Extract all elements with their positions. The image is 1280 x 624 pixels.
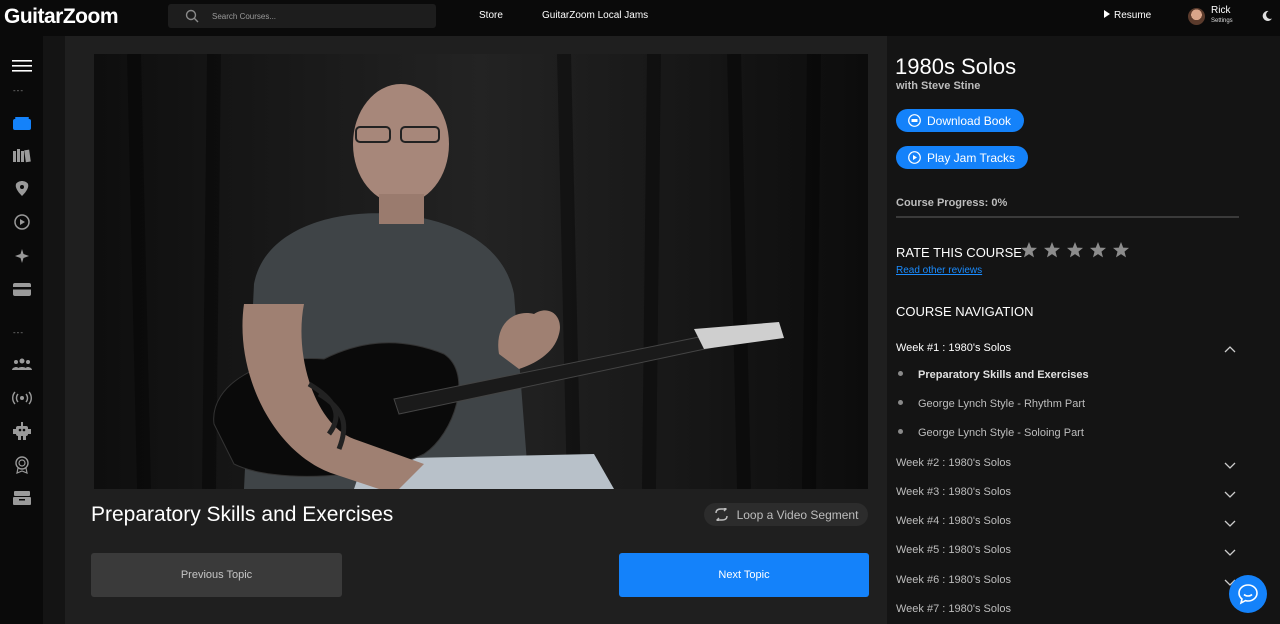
pick-icon[interactable] (11, 179, 33, 199)
pdf-icon (908, 114, 921, 127)
lesson-item[interactable]: George Lynch Style - Soloing Part (898, 427, 1084, 445)
archive-icon[interactable] (11, 488, 33, 508)
sidebar-separator: --- (13, 328, 24, 337)
play-jam-tracks-button[interactable]: Play Jam Tracks (896, 146, 1029, 169)
star-icon[interactable] (1066, 241, 1084, 259)
badge-icon[interactable] (11, 455, 33, 475)
courses-icon[interactable] (11, 114, 33, 134)
star-icon[interactable] (1043, 241, 1061, 259)
instructor-name: with Steve Stine (896, 80, 981, 92)
play-circle-icon (908, 151, 921, 164)
week-item[interactable]: Week #4 : 1980's Solos (896, 515, 1242, 535)
top-bar: GuitarZoom Store GuitarZoom Local Jams R… (0, 0, 1280, 36)
week-label: Week #3 : 1980's Solos (896, 486, 1012, 498)
download-book-button[interactable]: Download Book (896, 109, 1025, 132)
rating-stars[interactable] (1020, 241, 1130, 259)
loop-segment-button[interactable]: Loop a Video Segment (704, 503, 868, 526)
chevron-down-icon (1224, 520, 1236, 527)
sidebar: --- --- (0, 36, 43, 624)
course-progress-bar (896, 216, 1239, 218)
star-icon[interactable] (1089, 241, 1107, 259)
live-icon[interactable] (11, 388, 33, 408)
library-icon[interactable] (11, 146, 33, 166)
resume-label: Resume (1114, 10, 1152, 21)
week-item[interactable]: Week #7 : 1980's Solos (896, 603, 1242, 623)
week-label: Week #1 : 1980's Solos (896, 342, 1012, 354)
week-label: Week #4 : 1980's Solos (896, 515, 1012, 527)
rate-course-label: RATE THIS COURSE (896, 245, 1022, 260)
sidebar-separator: --- (13, 86, 24, 95)
card-icon[interactable] (11, 279, 33, 299)
lesson-label: Preparatory Skills and Exercises (918, 369, 1089, 381)
chevron-down-icon (1224, 491, 1236, 498)
menu-icon[interactable] (11, 56, 33, 76)
week-item[interactable]: Week #2 : 1980's Solos (896, 457, 1242, 477)
download-book-label: Download Book (927, 113, 1012, 128)
play-jam-tracks-label: Play Jam Tracks (927, 150, 1016, 165)
lesson-label: George Lynch Style - Soloing Part (918, 427, 1084, 439)
previous-topic-button[interactable]: Previous Topic (91, 553, 342, 597)
avatar[interactable] (1188, 8, 1205, 25)
chat-icon (1238, 584, 1258, 605)
plane-icon[interactable] (11, 246, 33, 266)
search-box[interactable] (168, 4, 436, 28)
chevron-down-icon (1224, 462, 1236, 469)
nav-store[interactable]: Store (479, 10, 503, 21)
week-item[interactable]: Week #6 : 1980's Solos (896, 574, 1242, 594)
bullet-icon (898, 429, 903, 434)
lesson-label: George Lynch Style - Rhythm Part (918, 398, 1086, 410)
bullet-icon (898, 400, 903, 405)
week-label: Week #5 : 1980's Solos (896, 544, 1012, 556)
video-frame (94, 54, 868, 489)
week-label: Week #6 : 1980's Solos (896, 574, 1012, 586)
course-title: 1980s Solos (895, 54, 1017, 79)
lesson-item[interactable]: George Lynch Style - Rhythm Part (898, 398, 1085, 416)
robot-icon[interactable] (11, 421, 33, 441)
week-item[interactable]: Week #3 : 1980's Solos (896, 486, 1242, 506)
video-player[interactable] (94, 54, 868, 489)
chat-button[interactable] (1229, 575, 1267, 613)
resume-button[interactable]: Resume (1104, 10, 1151, 21)
lesson-title: Preparatory Skills and Exercises (91, 503, 394, 526)
loop-label: Loop a Video Segment (736, 507, 859, 522)
chevron-up-icon (1224, 346, 1236, 353)
read-reviews-link[interactable]: Read other reviews (896, 265, 982, 276)
bullet-icon (898, 371, 903, 376)
week-item[interactable]: Week #1 : 1980's Solos (896, 342, 1242, 362)
community-icon[interactable] (11, 354, 33, 374)
logo[interactable]: GuitarZoom (4, 5, 119, 29)
chevron-down-icon (1224, 549, 1236, 556)
settings-link[interactable]: Settings (1211, 18, 1233, 24)
lesson-item[interactable]: Preparatory Skills and Exercises (898, 369, 1089, 387)
week-item[interactable]: Week #5 : 1980's Solos (896, 544, 1242, 564)
loop-icon (714, 508, 728, 521)
star-icon[interactable] (1112, 241, 1130, 259)
course-navigation-heading: COURSE NAVIGATION (896, 304, 1034, 319)
moon-icon[interactable] (1261, 10, 1273, 22)
course-progress-label: Course Progress: 0% (896, 197, 1008, 209)
week-label: Week #7 : 1980's Solos (896, 603, 1012, 615)
week-label: Week #2 : 1980's Solos (896, 457, 1012, 469)
search-input[interactable] (212, 7, 422, 25)
nav-local-jams[interactable]: GuitarZoom Local Jams (542, 10, 648, 21)
play-circle-icon[interactable] (11, 212, 33, 232)
user-name[interactable]: Rick (1211, 5, 1230, 16)
search-icon (185, 9, 199, 23)
play-icon (1104, 10, 1110, 18)
next-topic-button[interactable]: Next Topic (619, 553, 869, 597)
star-icon[interactable] (1020, 241, 1038, 259)
